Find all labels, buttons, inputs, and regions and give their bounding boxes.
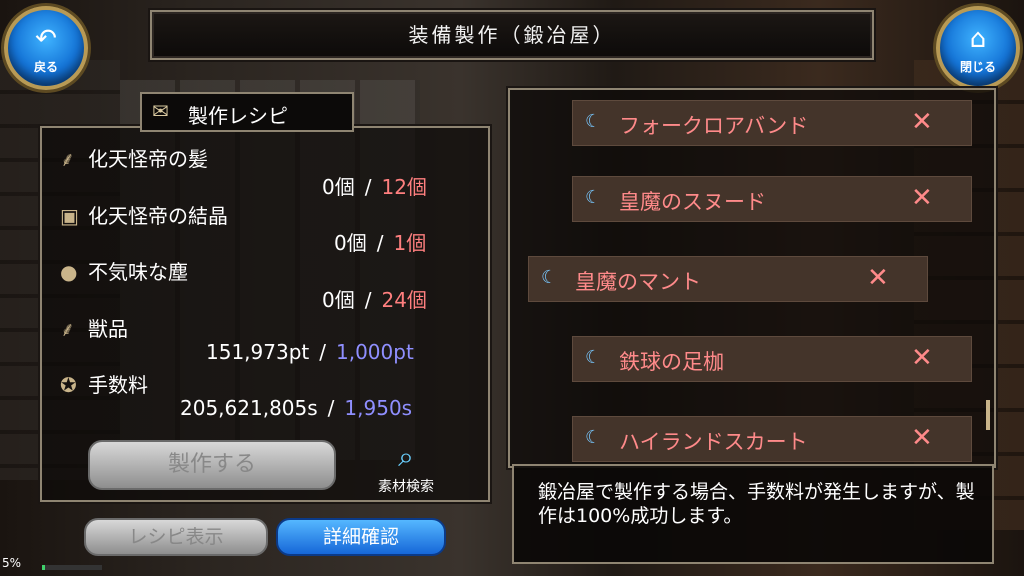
- recipe-header-label: 製作レシピ: [188, 104, 288, 128]
- feather-icon: ⸙: [60, 317, 75, 341]
- list-item-selected[interactable]: ☾ 皇魔のマント ✕: [528, 256, 928, 302]
- chest-icon: ▣: [60, 204, 79, 228]
- magnifier-icon: ⌕: [398, 440, 414, 473]
- list-item[interactable]: ☾ ハイランドスカート ✕: [572, 416, 972, 462]
- material-name: ▣ 化天怪帝の結晶: [60, 204, 228, 228]
- cape-icon: ☾: [585, 347, 602, 368]
- message-box: 鍛冶屋で製作する場合、手数料が発生しますが、製作は100%成功します。: [512, 464, 994, 564]
- material-count: 0個/24個: [322, 288, 427, 312]
- title-bar: 装備製作（鍛冶屋）: [150, 10, 874, 60]
- material-search-label: 素材検索: [378, 479, 434, 495]
- material-search-button[interactable]: ⌕ 素材検索: [366, 440, 446, 496]
- recipe-header: ✉ 製作レシピ: [140, 92, 354, 132]
- remove-icon[interactable]: ✕: [911, 107, 933, 137]
- home-icon: ⌂: [969, 24, 987, 54]
- cape-icon: ☾: [585, 111, 602, 132]
- coins-icon: ✪: [60, 373, 77, 397]
- detail-button[interactable]: 詳細確認: [276, 518, 446, 556]
- back-button[interactable]: ↶ 戻る: [4, 6, 88, 90]
- undo-arrow-icon: ↶: [35, 24, 57, 54]
- message-text: 鍛冶屋で製作する場合、手数料が発生しますが、製作は100%成功します。: [538, 481, 975, 527]
- material-count: 0個/12個: [322, 175, 427, 199]
- list-item[interactable]: ☾ フォークロアバンド ✕: [572, 100, 972, 146]
- remove-icon[interactable]: ✕: [911, 423, 933, 453]
- status-progress-fill: [42, 565, 45, 570]
- cape-icon: ☾: [585, 187, 602, 208]
- feather-icon: ⸙: [60, 147, 75, 171]
- status-progress-bar: [42, 565, 102, 570]
- material-name: ⸙ 獣品: [60, 317, 128, 341]
- scroll-icon: ✉: [152, 99, 169, 123]
- material-count: 151,973pt/1,000pt: [206, 340, 414, 364]
- cape-icon: ☾: [541, 267, 558, 288]
- close-label: 閉じる: [959, 60, 996, 74]
- remove-icon[interactable]: ✕: [911, 183, 933, 213]
- list-scrollbar[interactable]: [986, 400, 990, 430]
- material-name: ✪ 手数料: [60, 373, 148, 397]
- close-button[interactable]: ⌂ 閉じる: [936, 6, 1020, 90]
- material-name: ● 不気味な塵: [60, 260, 188, 284]
- material-count: 205,621,805s/1,950s: [180, 396, 413, 420]
- list-item[interactable]: ☾ 鉄球の足枷 ✕: [572, 336, 972, 382]
- craft-button[interactable]: 製作する: [88, 440, 336, 490]
- material-name: ⸙ 化天怪帝の髪: [60, 147, 208, 171]
- page-title: 装備製作（鍛冶屋）: [408, 23, 616, 47]
- remove-icon[interactable]: ✕: [867, 263, 889, 293]
- back-label: 戻る: [33, 60, 58, 74]
- list-item[interactable]: ☾ 皇魔のスヌード ✕: [572, 176, 972, 222]
- status-percent: 5%: [2, 556, 22, 570]
- cape-icon: ☾: [585, 427, 602, 448]
- material-count: 0個/1個: [334, 231, 427, 255]
- remove-icon[interactable]: ✕: [911, 343, 933, 373]
- recipe-view-button[interactable]: レシピ表示: [84, 518, 268, 556]
- pouch-icon: ●: [60, 260, 78, 284]
